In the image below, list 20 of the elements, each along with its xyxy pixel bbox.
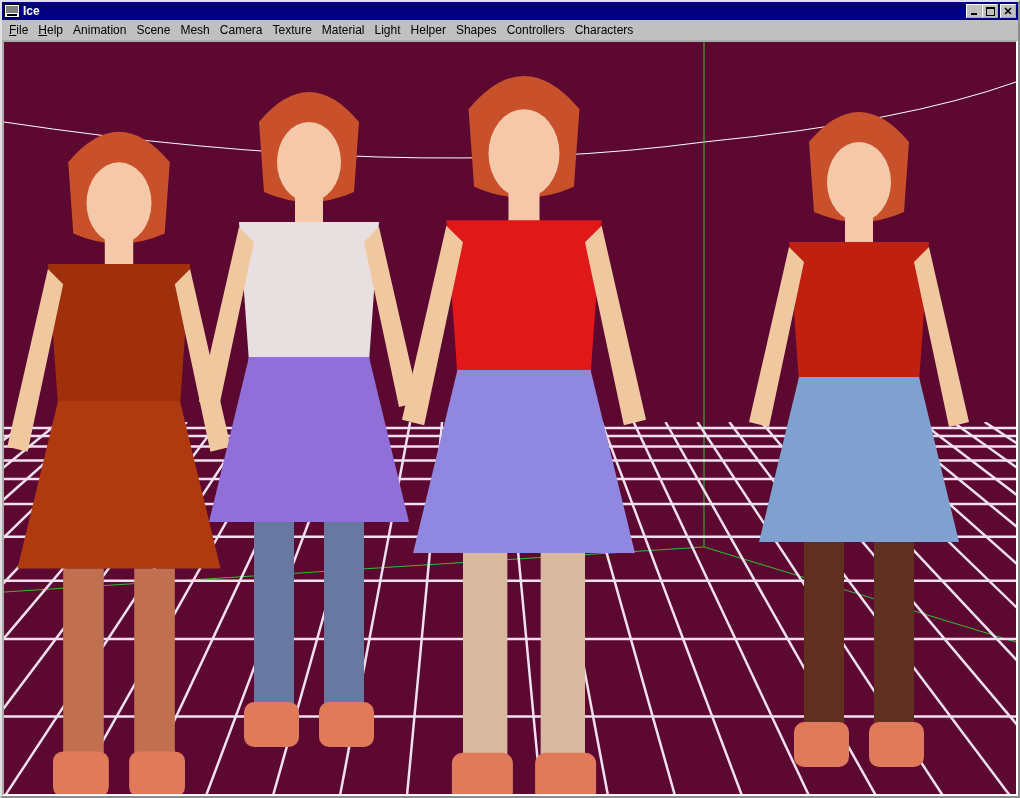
menu-item[interactable]: Animation: [68, 23, 132, 37]
window-title: Ice: [23, 4, 40, 18]
menu-item[interactable]: File: [4, 23, 34, 37]
menu-item[interactable]: Camera: [214, 23, 268, 37]
app-icon: [4, 4, 20, 18]
menu-item[interactable]: Helper: [405, 23, 451, 37]
menu-item[interactable]: Controllers: [501, 23, 570, 37]
menu-item[interactable]: Texture: [267, 23, 317, 37]
minimize-button[interactable]: [966, 4, 982, 18]
menu-item[interactable]: Help: [33, 23, 69, 37]
maximize-button[interactable]: [982, 4, 998, 18]
close-button[interactable]: [1000, 4, 1016, 18]
menu-item[interactable]: Material: [316, 23, 370, 37]
menu-item[interactable]: Light: [369, 23, 406, 37]
menu-item[interactable]: Scene: [131, 23, 176, 37]
menu-item[interactable]: Characters: [569, 23, 639, 37]
maximize-icon: [985, 6, 995, 16]
menu-item[interactable]: Mesh: [175, 23, 215, 37]
close-icon: [1004, 7, 1012, 15]
menu-item[interactable]: Shapes: [450, 23, 502, 37]
